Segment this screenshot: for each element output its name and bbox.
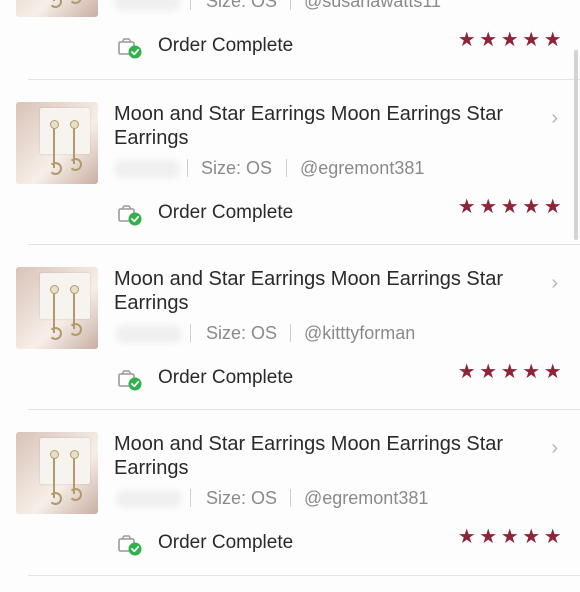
star-icon: ★: [479, 196, 498, 218]
chevron-right-icon[interactable]: ›: [551, 273, 558, 293]
product-thumbnail[interactable]: [16, 0, 98, 17]
seller-username[interactable]: @egremont381: [304, 488, 428, 509]
rating-stars: ★ ★ ★ ★ ★: [456, 359, 566, 383]
rating-stars: ★ ★ ★ ★ ★: [456, 194, 566, 218]
order-item[interactable]: Moon and Star Earrings Moon Earrings Sta…: [0, 102, 580, 262]
order-item[interactable]: Size: OS @susanawatts11 Order Complete ★…: [0, 0, 580, 95]
divider: [28, 244, 580, 245]
star-icon: ★: [522, 361, 541, 383]
divider: [28, 409, 580, 410]
size-label: Size: OS: [201, 158, 273, 178]
star-icon: ★: [522, 526, 541, 548]
rating-stars: ★ ★ ★ ★ ★: [456, 27, 566, 51]
chevron-right-icon[interactable]: ›: [551, 438, 558, 458]
star-icon: ★: [479, 526, 498, 548]
star-icon: ★: [543, 361, 562, 383]
star-icon: ★: [479, 361, 498, 383]
size-label: Size: OS: [206, 323, 278, 343]
product-thumbnail[interactable]: [16, 102, 98, 184]
status-label: Order Complete: [158, 202, 294, 223]
status-label: Order Complete: [158, 367, 294, 388]
product-thumbnail[interactable]: [16, 267, 98, 349]
rating-stars: ★ ★ ★ ★ ★: [456, 524, 566, 548]
price-redacted: [114, 0, 180, 11]
order-complete-icon: [118, 535, 142, 556]
divider: [28, 79, 580, 80]
product-thumbnail[interactable]: [16, 432, 98, 514]
product-title[interactable]: Moon and Star Earrings Moon Earrings Sta…: [114, 267, 514, 315]
star-icon: ★: [543, 196, 562, 218]
order-complete-icon: [118, 370, 142, 391]
star-icon: ★: [457, 29, 476, 51]
star-icon: ★: [543, 29, 562, 51]
order-item[interactable]: Moon and Star Earrings Moon Earrings Sta…: [0, 432, 580, 592]
chevron-right-icon[interactable]: ›: [551, 108, 558, 128]
star-icon: ★: [500, 29, 519, 51]
star-icon: ★: [500, 196, 519, 218]
price-redacted: [116, 325, 182, 343]
seller-username[interactable]: @egremont381: [300, 158, 424, 179]
star-icon: ★: [457, 361, 476, 383]
star-icon: ★: [500, 361, 519, 383]
size-label: Size: OS: [206, 488, 278, 508]
order-complete-icon: [118, 38, 142, 59]
star-icon: ★: [457, 526, 476, 548]
star-icon: ★: [522, 29, 541, 51]
seller-username[interactable]: @susanawatts11: [304, 0, 441, 12]
size-label: Size: OS: [206, 0, 278, 11]
order-item[interactable]: Moon and Star Earrings Moon Earrings Sta…: [0, 267, 580, 427]
order-complete-icon: [118, 205, 142, 226]
scrollbar[interactable]: [574, 50, 578, 240]
star-icon: ★: [479, 29, 498, 51]
star-icon: ★: [457, 196, 476, 218]
seller-username[interactable]: @kitttyforman: [304, 323, 415, 344]
status-label: Order Complete: [158, 35, 294, 56]
price-redacted: [114, 160, 180, 178]
divider: [28, 575, 580, 576]
price-redacted: [116, 490, 182, 508]
product-title[interactable]: Moon and Star Earrings Moon Earrings Sta…: [114, 102, 514, 150]
star-icon: ★: [522, 196, 541, 218]
status-label: Order Complete: [158, 532, 294, 553]
star-icon: ★: [500, 526, 519, 548]
star-icon: ★: [543, 526, 562, 548]
product-title[interactable]: Moon and Star Earrings Moon Earrings Sta…: [114, 432, 514, 480]
